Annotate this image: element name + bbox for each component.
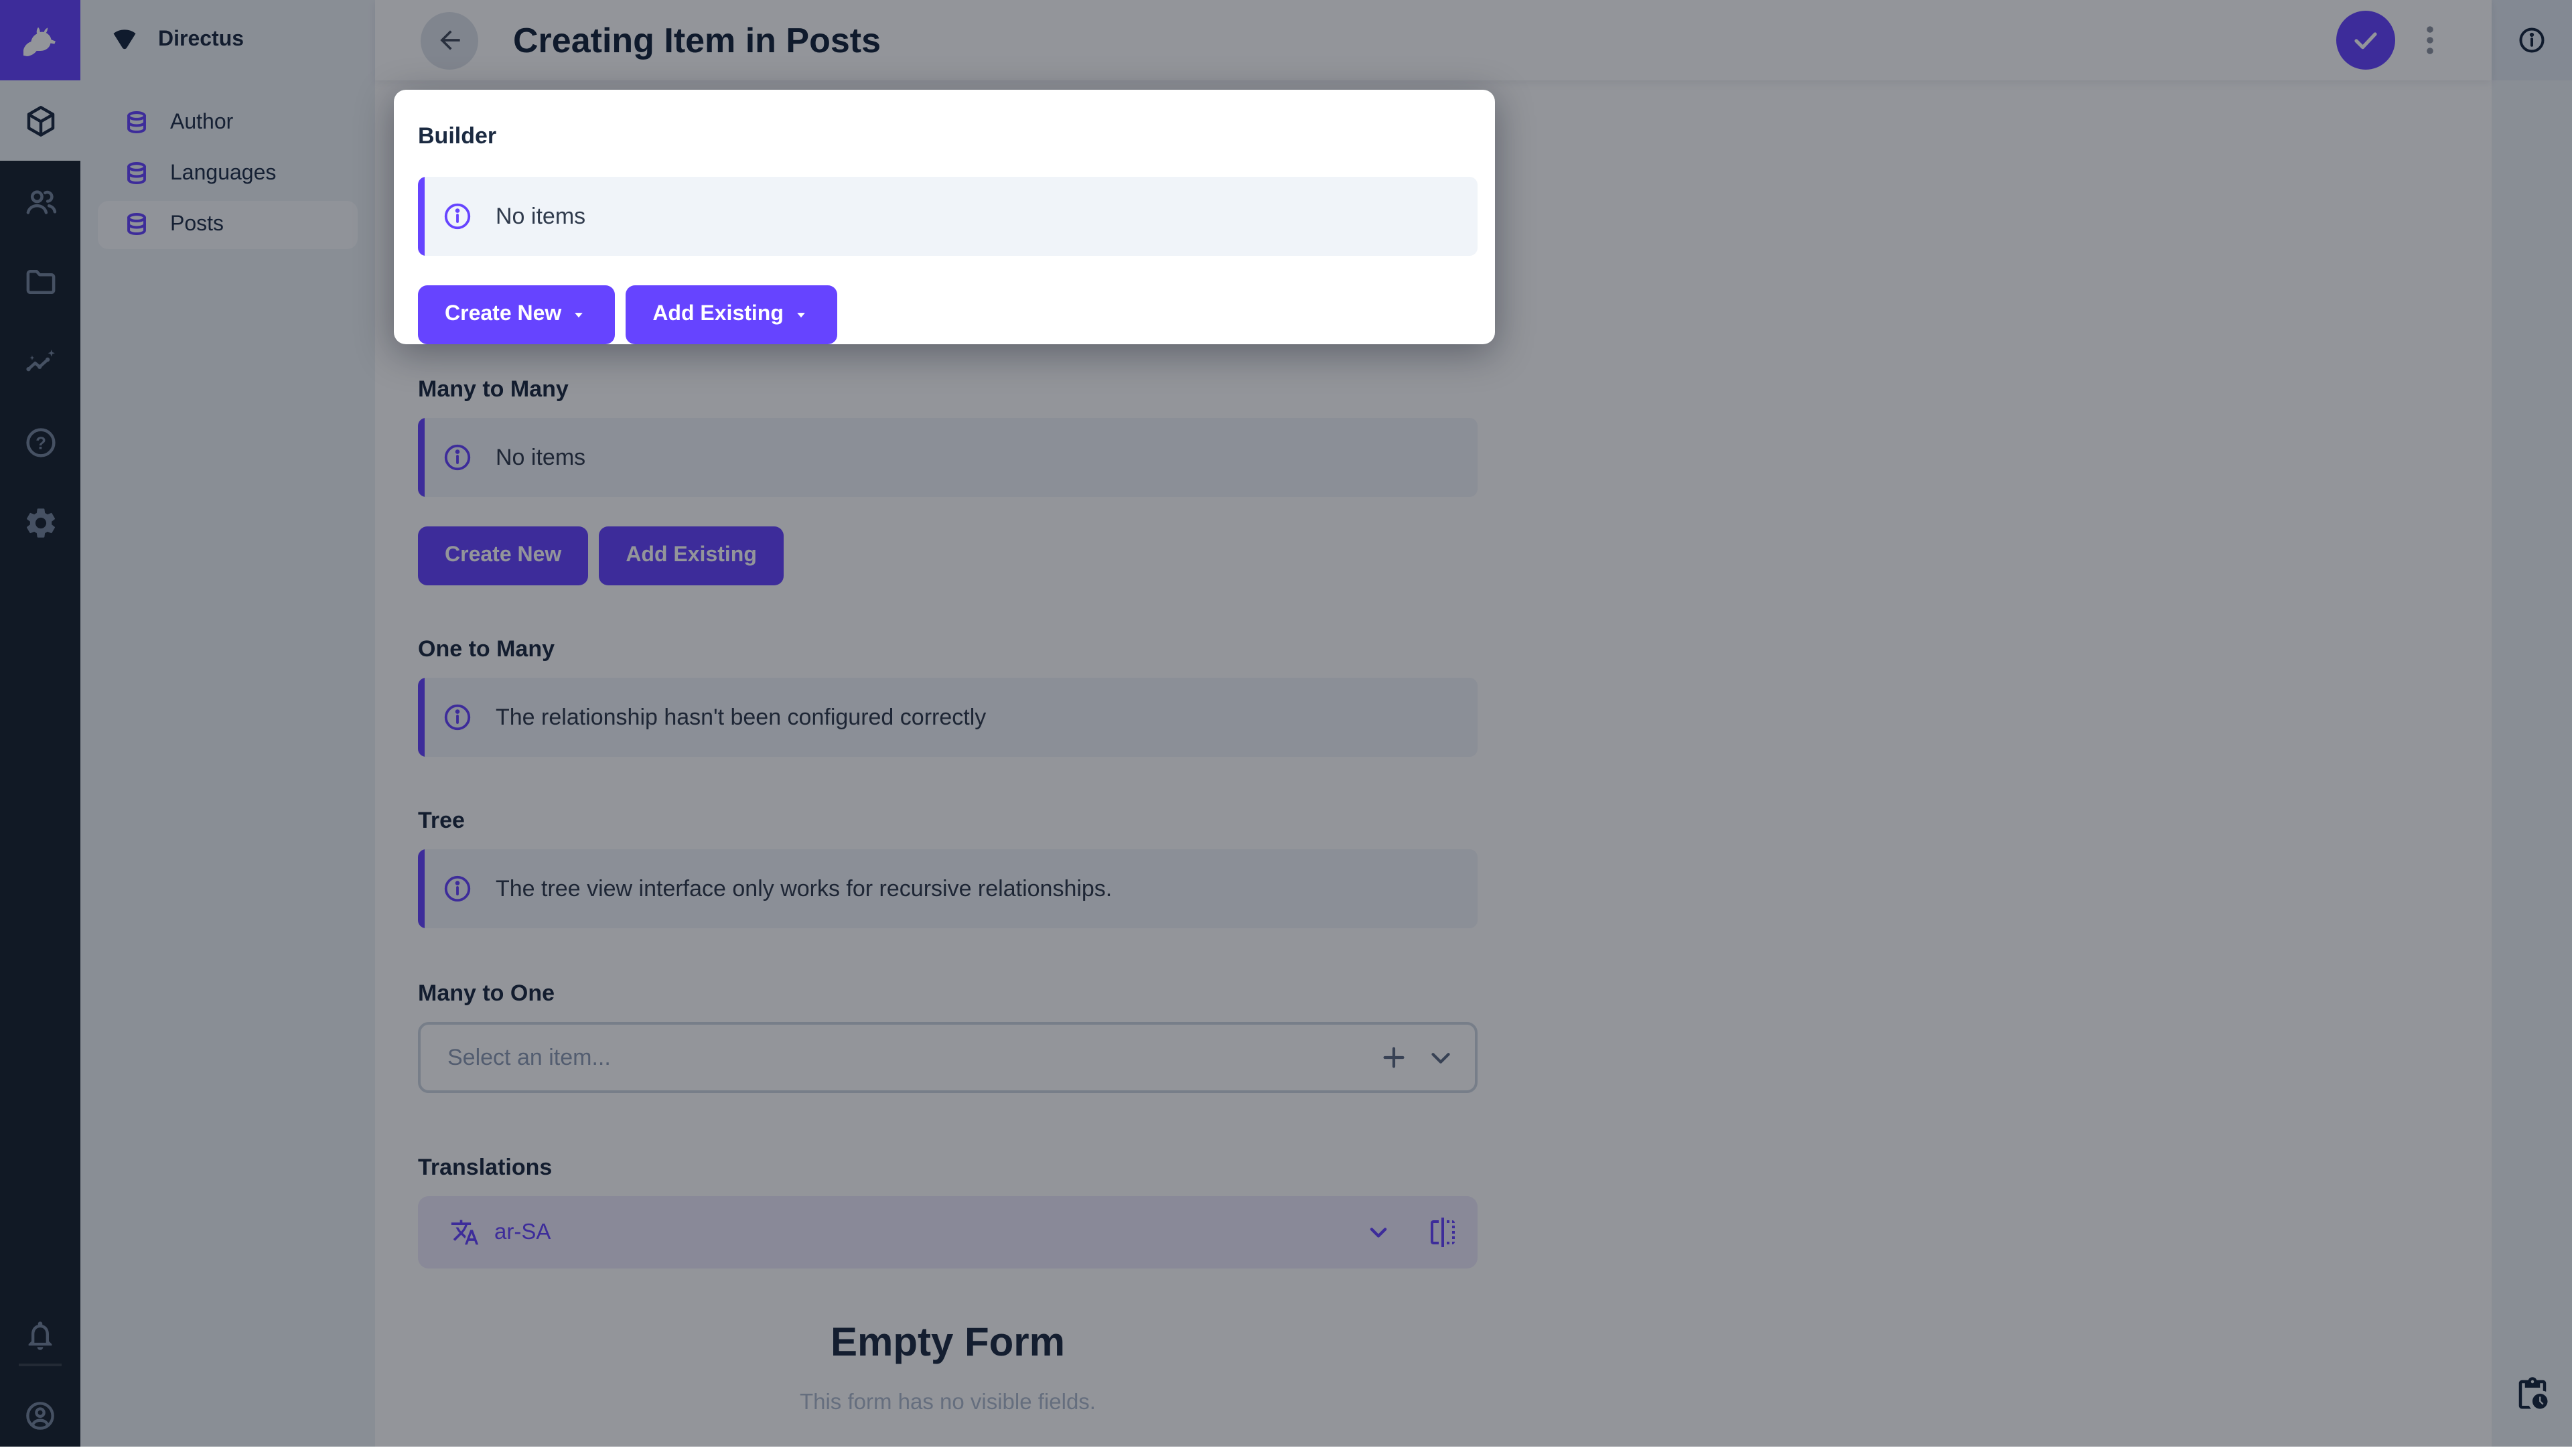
field-label: Builder xyxy=(418,123,1478,153)
caret-down-icon xyxy=(792,305,810,324)
button-label: Add Existing xyxy=(652,303,784,327)
notice-text: No items xyxy=(496,203,585,230)
add-existing-button[interactable]: Add Existing xyxy=(626,285,837,344)
info-icon xyxy=(442,201,473,232)
app-root: ? Directus xyxy=(0,0,2572,1447)
field-builder-spotlight-card: Builder No items Create New Add Existing xyxy=(394,90,1495,344)
button-label: Create New xyxy=(445,303,561,327)
caret-down-icon xyxy=(569,305,588,324)
notice-banner: No items xyxy=(418,177,1478,256)
create-new-button[interactable]: Create New xyxy=(418,285,615,344)
